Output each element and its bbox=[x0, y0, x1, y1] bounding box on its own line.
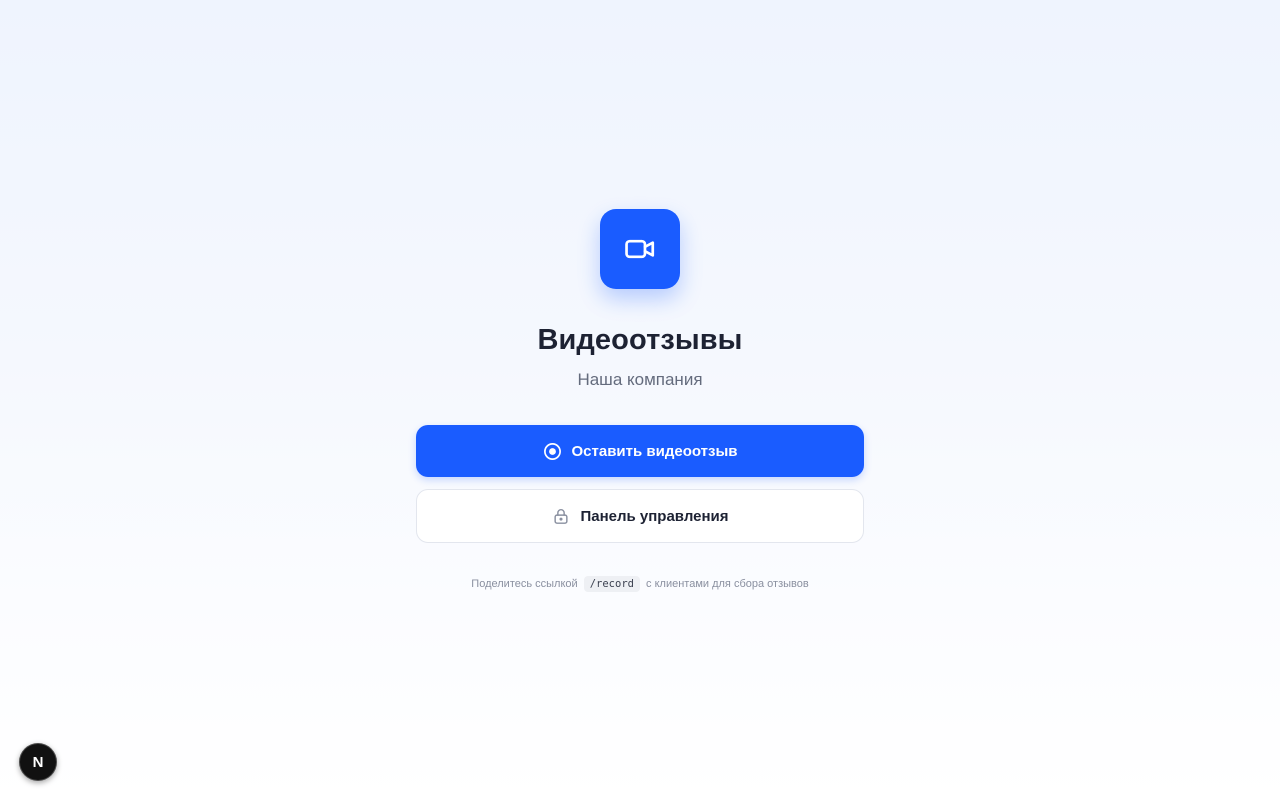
record-path-code: /record bbox=[583, 576, 640, 592]
page-subtitle: Наша компания bbox=[577, 370, 703, 389]
hero-icon-tile bbox=[600, 209, 680, 289]
record-icon bbox=[543, 441, 563, 461]
leave-video-review-label: Оставить видеоотзыв bbox=[571, 442, 738, 460]
nextjs-logo-letter: N bbox=[33, 754, 44, 771]
video-camera-icon bbox=[625, 239, 655, 259]
leave-video-review-button[interactable]: Оставить видеоотзыв bbox=[416, 425, 864, 477]
share-hint-before: Поделитесь ссылкой bbox=[471, 578, 578, 590]
dashboard-button[interactable]: Панель управления bbox=[416, 489, 864, 543]
landing-page: Видеоотзывы Наша компания Оставить видео… bbox=[0, 0, 1280, 800]
nextjs-logo-icon: N bbox=[33, 754, 44, 771]
share-hint: Поделитесь ссылкой /record с клиентами д… bbox=[0, 574, 1280, 594]
dashboard-label: Панель управления bbox=[580, 507, 729, 525]
page-title: Видеоотзывы bbox=[537, 324, 743, 356]
lock-icon bbox=[551, 506, 571, 526]
nextjs-dev-badge[interactable]: N bbox=[19, 743, 57, 781]
share-hint-after: с клиентами для сбора отзывов bbox=[646, 578, 809, 590]
